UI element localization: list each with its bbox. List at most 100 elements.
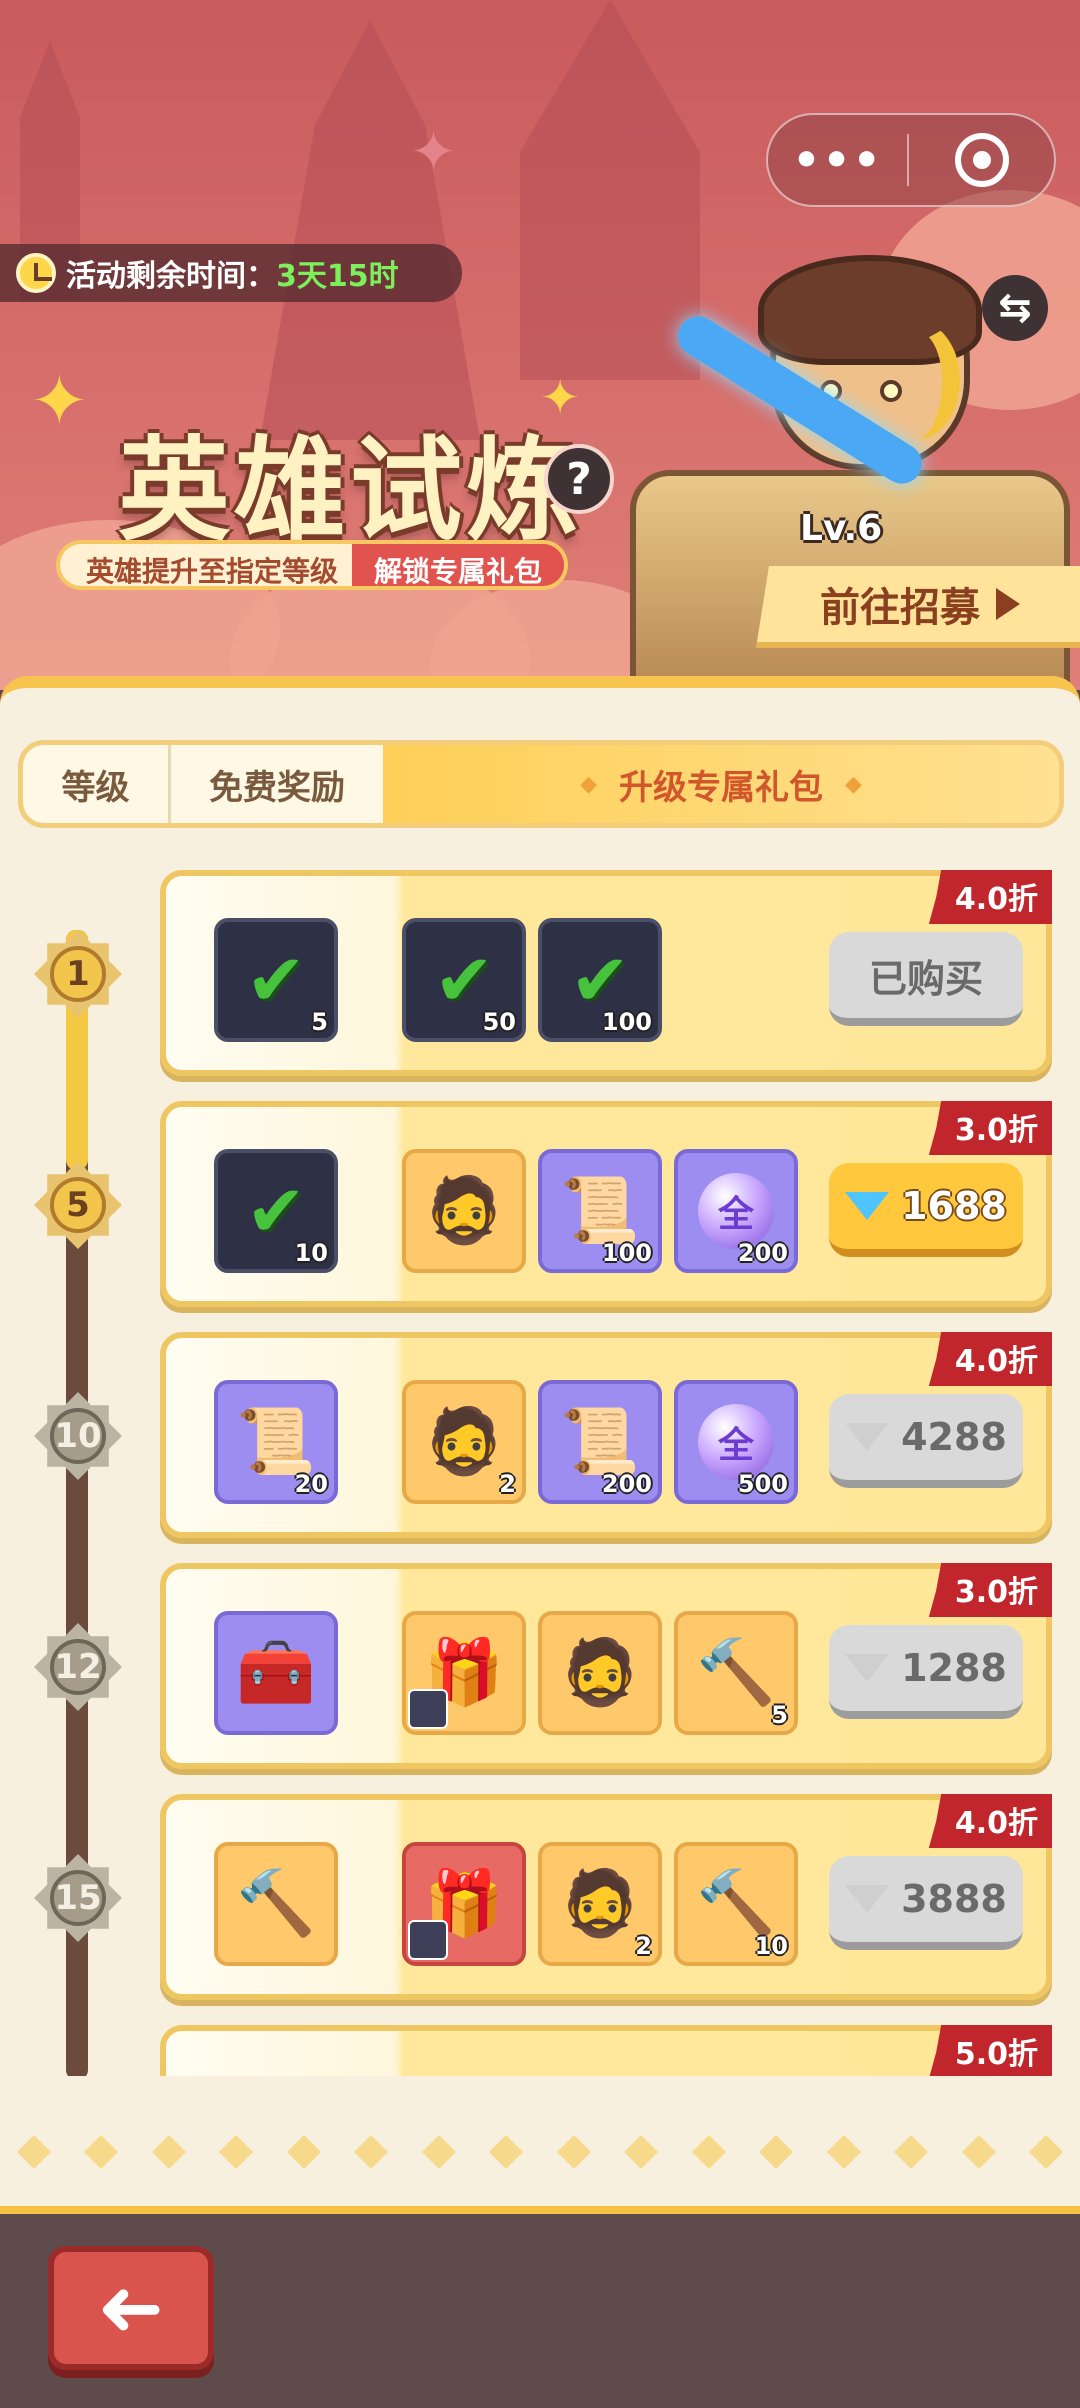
reward-item-orb[interactable]: 全 200 xyxy=(674,1149,798,1273)
reward-item-mystery-chest[interactable]: 🎁 xyxy=(402,1842,526,1966)
reward-item-hero-portrait[interactable]: 🧔 2 xyxy=(402,1380,526,1504)
buy-button[interactable]: 1288 xyxy=(829,1625,1023,1719)
back-button[interactable]: ➜ xyxy=(48,2246,214,2370)
level-node: 15 xyxy=(28,1848,128,1948)
discount-badge: 3.0折 xyxy=(928,1563,1052,1617)
discount-badge: 3.0折 xyxy=(928,1101,1052,1155)
hero-mini-icon xyxy=(408,1689,448,1729)
hammer-icon: 🔨 xyxy=(696,1636,776,1710)
event-subtitle: 英雄提升至指定等级 解锁专属礼包 xyxy=(56,540,569,590)
item-quantity: 5 xyxy=(311,1008,328,1036)
reward-item-orb[interactable]: ✔ 100 xyxy=(538,918,662,1042)
reward-item-integral-card[interactable]: ✔ 10 xyxy=(214,1149,338,1273)
buy-button[interactable]: 3888 xyxy=(829,1856,1023,1950)
back-arrow-icon: ➜ xyxy=(97,2261,165,2354)
castle-decor-2 xyxy=(520,0,700,380)
integral-card-icon: 📜 xyxy=(560,1405,640,1479)
hero-eye xyxy=(880,380,902,402)
reward-item-integral-card[interactable]: ✔ 50 xyxy=(402,918,526,1042)
item-quantity: 500 xyxy=(737,1470,788,1498)
help-button[interactable]: ? xyxy=(544,444,614,514)
item-quantity: 2 xyxy=(499,1470,516,1498)
item-quantity: 200 xyxy=(737,1239,788,1267)
target-icon xyxy=(954,133,1009,187)
level-node-number: 12 xyxy=(54,1647,102,1687)
item-quantity: 50 xyxy=(482,1008,516,1036)
integral-card-icon: 📜 xyxy=(560,1174,640,1248)
recruit-button[interactable]: 前往招募 xyxy=(756,566,1080,648)
recruit-button-label: 前往招募 xyxy=(820,585,980,631)
reward-item-treasure-chest[interactable]: 🧰 xyxy=(214,1611,338,1735)
level-node-number: 5 xyxy=(66,1185,90,1225)
hero-portrait-icon: 🧔 xyxy=(424,1405,504,1479)
tier-list[interactable]: 1 4.0折 ✔ 5 ✔ 50 ✔ 100 已购买 5 3.0折 ✔ 10 🧔 📜 100 全 200 1688 10… xyxy=(0,860,1080,2076)
laurel-icon xyxy=(870,320,960,440)
tab-upgrade-packs[interactable]: ◆ 升级专属礼包 ◆ xyxy=(383,745,1059,823)
item-quantity: 10 xyxy=(294,1239,328,1267)
page-title: 英雄试炼 xyxy=(118,426,582,556)
buy-button-label: 4288 xyxy=(901,1415,1007,1459)
subtitle-left: 英雄提升至指定等级 xyxy=(60,544,353,586)
tab-level[interactable]: 等级 xyxy=(23,745,171,823)
tier-row: 4.0折 🔨 🎁 🧔 2 🔨 10 3888 xyxy=(160,1794,1052,2000)
reward-item-integral-card[interactable]: ✔ 5 xyxy=(214,918,338,1042)
item-quantity: 200 xyxy=(601,1470,652,1498)
treasure-chest-icon: 🧰 xyxy=(236,1636,316,1710)
orb-icon: 全 xyxy=(698,1173,774,1249)
sparkle-icon: ✦ xyxy=(30,360,89,442)
reward-item-hammer[interactable]: 🔨 5 xyxy=(674,1611,798,1735)
reward-item-mystery-chest[interactable]: 🎁 xyxy=(402,1611,526,1735)
buy-button-label: 已购买 xyxy=(868,956,983,1001)
swap-hero-button[interactable]: ⇆ xyxy=(982,275,1048,341)
level-node-number: 10 xyxy=(54,1416,102,1456)
purchased-button[interactable]: 已购买 xyxy=(829,932,1023,1026)
hero-level: Lv.6 xyxy=(800,508,883,549)
diamond-icon: ◆ xyxy=(580,771,597,797)
close-miniprogram-button[interactable] xyxy=(909,133,1054,187)
tier-row: 5.0折 xyxy=(160,2025,1052,2076)
diamond-icon: ◆ xyxy=(845,771,862,797)
diamond-icon xyxy=(845,1885,890,1913)
play-arrow-icon xyxy=(996,588,1020,620)
subtitle-right: 解锁专属礼包 xyxy=(352,544,565,586)
buy-button-label: 1688 xyxy=(901,1184,1007,1228)
tier-row: 4.0折 ✔ 5 ✔ 50 ✔ 100 已购买 xyxy=(160,870,1052,1076)
reward-item-hero-portrait[interactable]: 🧔 xyxy=(402,1149,526,1273)
reward-item-orb[interactable]: 全 500 xyxy=(674,1380,798,1504)
hammer-icon: 🔨 xyxy=(236,1867,316,1941)
diamond-icon xyxy=(845,1192,890,1220)
integral-card-icon: 📜 xyxy=(236,1405,316,1479)
buy-button-label: 1288 xyxy=(901,1646,1007,1690)
item-quantity: 2 xyxy=(635,1932,652,1960)
reward-item-integral-card[interactable]: 📜 100 xyxy=(538,1149,662,1273)
reward-item-hero-portrait[interactable]: 🧔 2 xyxy=(538,1842,662,1966)
tab-upgrade-packs-label: 升级专属礼包 xyxy=(619,767,823,808)
reward-item-hero-portrait[interactable]: 🧔 xyxy=(538,1611,662,1735)
level-node-number: 1 xyxy=(66,954,90,994)
tier-row: 3.0折 ✔ 10 🧔 📜 100 全 200 1688 xyxy=(160,1101,1052,1307)
reward-item-hammer[interactable]: 🔨 10 xyxy=(674,1842,798,1966)
item-quantity: 5 xyxy=(771,1701,788,1729)
buy-button[interactable]: 4288 xyxy=(829,1394,1023,1488)
more-menu-button[interactable]: ••• xyxy=(768,135,907,186)
event-timer: 活动剩余时间： 3天15时 xyxy=(0,244,462,302)
hero-portrait-icon: 🧔 xyxy=(424,1174,504,1248)
reward-item-integral-card[interactable]: 📜 200 xyxy=(538,1380,662,1504)
hero-portrait-icon: 🧔 xyxy=(560,1636,640,1710)
reward-item-hammer[interactable]: 🔨 xyxy=(214,1842,338,1966)
discount-badge: 5.0折 xyxy=(928,2025,1052,2076)
level-node: 1 xyxy=(28,924,128,1024)
buy-button[interactable]: 1688 xyxy=(829,1163,1023,1257)
diamond-icon xyxy=(845,1423,890,1451)
tier-row: 3.0折 🧰 🎁 🧔 🔨 5 1288 xyxy=(160,1563,1052,1769)
discount-badge: 4.0折 xyxy=(928,1332,1052,1386)
tab-free-rewards[interactable]: 免费奖励 xyxy=(171,745,383,823)
item-quantity: 20 xyxy=(294,1470,328,1498)
reward-item-integral-card[interactable]: 📜 20 xyxy=(214,1380,338,1504)
level-node: 5 xyxy=(28,1155,128,1255)
hammer-icon: 🔨 xyxy=(696,1867,776,1941)
timer-value: 3天15时 xyxy=(276,259,399,294)
item-quantity: 10 xyxy=(754,1932,788,1960)
buy-button-label: 3888 xyxy=(901,1877,1007,1921)
timer-label: 活动剩余时间： xyxy=(66,259,276,294)
